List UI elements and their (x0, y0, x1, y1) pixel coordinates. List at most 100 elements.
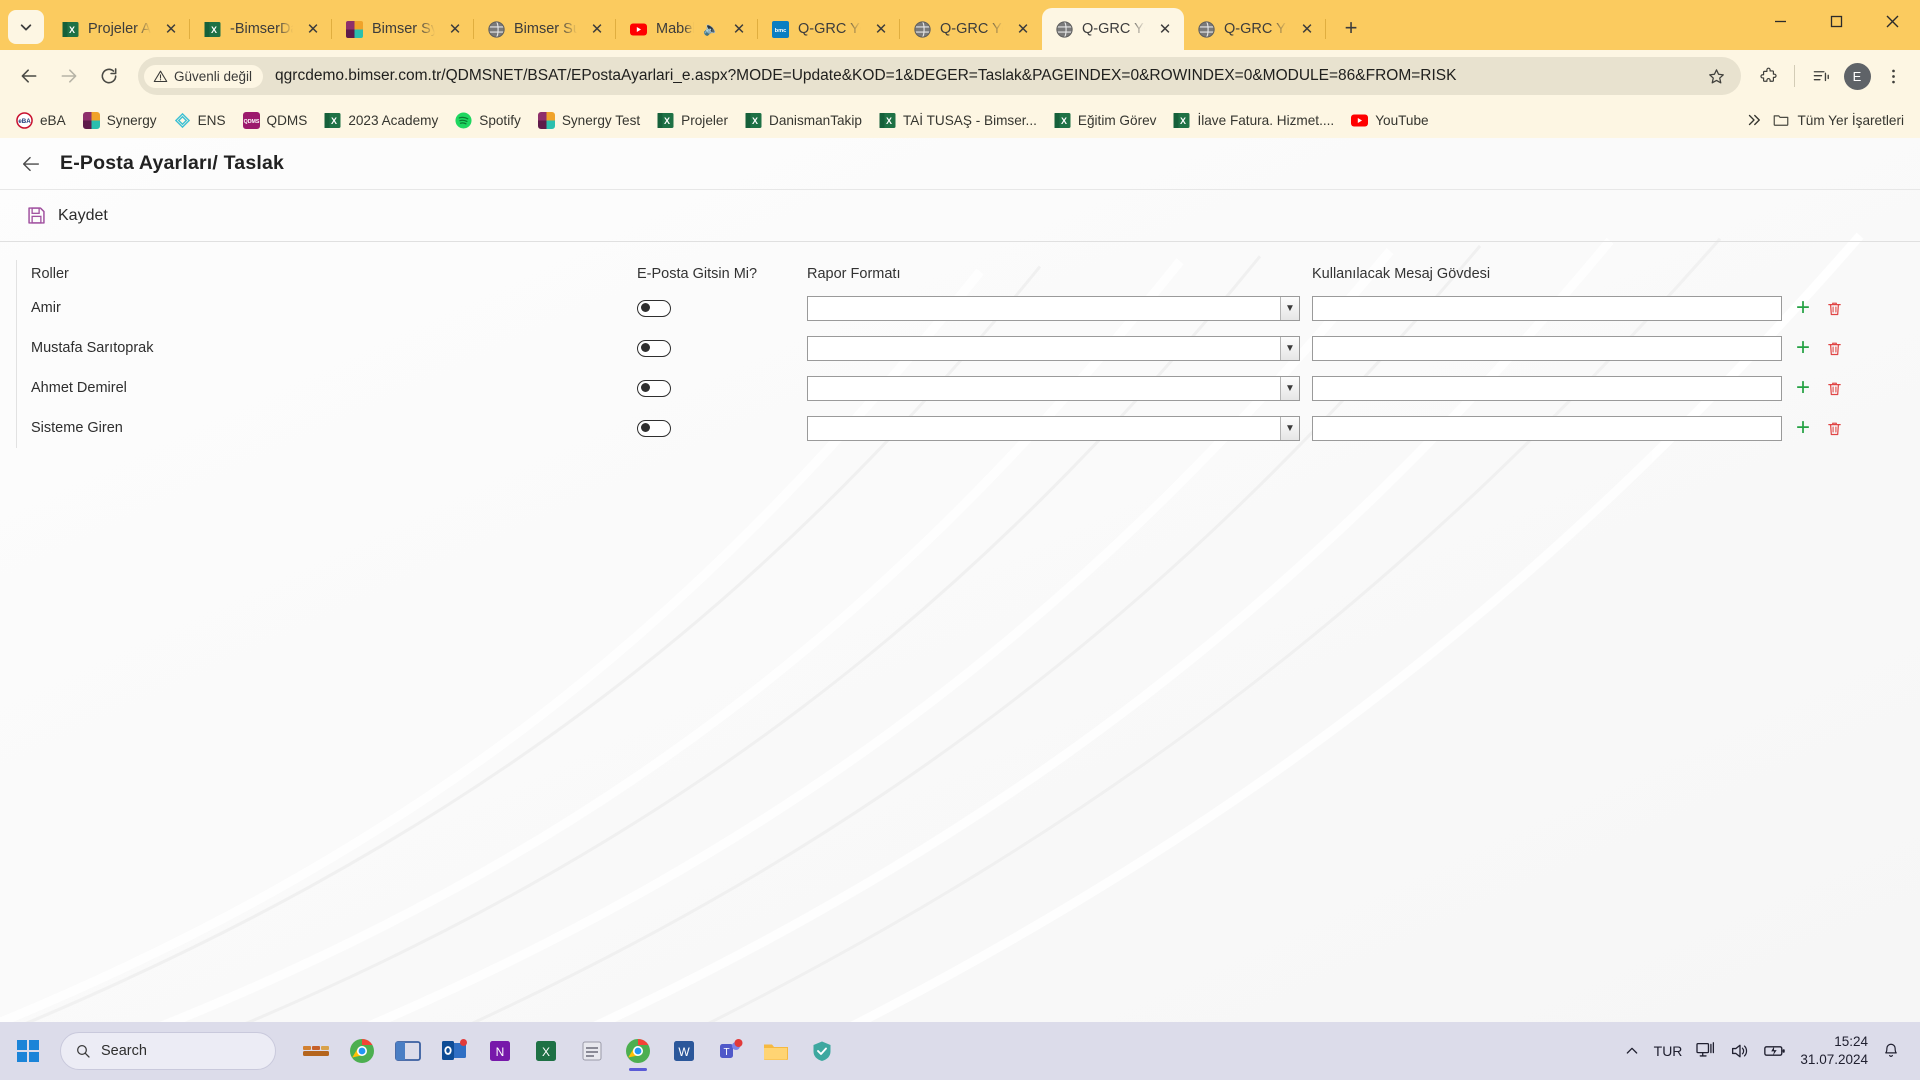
security-status-button[interactable]: Güvenli değil (144, 64, 264, 88)
message-body-input[interactable] (1312, 415, 1782, 441)
tray-volume-button[interactable] (1730, 1042, 1750, 1060)
tab-close-button[interactable]: ✕ (870, 18, 892, 40)
message-body-input[interactable] (1312, 295, 1782, 321)
all-bookmarks-button[interactable]: Tüm Yer İşaretleri (1764, 106, 1912, 134)
tray-clock[interactable]: 15:24 31.07.2024 (1800, 1033, 1868, 1069)
delete-row-button[interactable] (1826, 380, 1843, 397)
save-button[interactable]: Kaydet (26, 205, 108, 226)
bookmark-item[interactable]: X 2023 Academy (316, 107, 446, 134)
globe-icon (914, 20, 931, 38)
delete-row-button[interactable] (1826, 420, 1843, 437)
maximize-button[interactable] (1808, 0, 1864, 42)
add-row-button[interactable]: + (1796, 296, 1810, 320)
delete-row-button[interactable] (1826, 340, 1843, 357)
bookmark-item[interactable]: Spotify (447, 107, 529, 134)
email-toggle[interactable] (637, 379, 671, 397)
tab-close-button[interactable]: ✕ (728, 18, 750, 40)
bookmark-item[interactable]: Synergy (75, 107, 165, 134)
new-tab-button[interactable]: + (1334, 11, 1368, 45)
taskbar-app-chrome[interactable] (342, 1029, 382, 1073)
page-back-button[interactable] (18, 151, 44, 177)
message-body-input[interactable] (1312, 335, 1782, 361)
taskbar-app-outlook[interactable] (434, 1029, 474, 1073)
browser-tab[interactable]: bmc Q-GRC Yöneti ✕ (758, 8, 900, 50)
tray-network-button[interactable] (1696, 1042, 1716, 1060)
tab-close-button[interactable]: ✕ (1012, 18, 1034, 40)
tray-language[interactable]: TUR (1654, 1043, 1683, 1059)
taskbar-app-chrome-active[interactable] (618, 1029, 658, 1073)
extensions-button[interactable] (1751, 59, 1785, 93)
bookmark-item[interactable]: QDMS QDMS (235, 107, 316, 134)
taskbar-app-task-view[interactable] (388, 1029, 428, 1073)
email-toggle[interactable] (637, 299, 671, 317)
bookmark-item[interactable]: eBA eBA (8, 107, 74, 134)
tab-close-button[interactable]: ✕ (1154, 18, 1176, 40)
browser-tab[interactable]: Q-GRC Yöneti ✕ (1042, 8, 1184, 50)
taskbar-app-teams[interactable]: T (710, 1029, 750, 1073)
bookmark-item[interactable]: YouTube (1343, 107, 1436, 134)
media-control-button[interactable] (1804, 59, 1838, 93)
bookmarks-overflow-button[interactable] (1745, 111, 1763, 129)
taskbar-app-notepad[interactable] (572, 1029, 612, 1073)
excel-icon: X (1054, 112, 1071, 128)
bookmark-item[interactable]: X Eğitim Görev (1046, 107, 1165, 134)
browser-tab[interactable]: Bimser Suppo ✕ (474, 8, 616, 50)
tray-battery-button[interactable] (1764, 1043, 1786, 1059)
report-format-select[interactable]: ▼ (807, 335, 1300, 361)
tab-favicon (346, 20, 363, 38)
bookmark-item[interactable]: X DanismanTakip (737, 107, 870, 134)
report-format-select[interactable]: ▼ (807, 295, 1300, 321)
message-body-input[interactable] (1312, 375, 1782, 401)
tray-notification-button[interactable] (1882, 1042, 1900, 1060)
tab-close-button[interactable]: ✕ (160, 18, 182, 40)
bookmark-item[interactable]: X TAİ TUSAŞ - Bimser... (871, 107, 1045, 134)
report-format-value (808, 297, 1280, 320)
taskbar-app-word[interactable]: W (664, 1029, 704, 1073)
minimize-button[interactable] (1752, 0, 1808, 42)
tab-close-button[interactable]: ✕ (586, 18, 608, 40)
start-button[interactable] (8, 1031, 48, 1071)
address-bar[interactable]: Güvenli değil qgrcdemo.bimser.com.tr/QDM… (138, 57, 1741, 95)
add-row-button[interactable]: + (1796, 416, 1810, 440)
add-row-button[interactable]: + (1796, 376, 1810, 400)
bookmark-item[interactable]: ENS (166, 107, 234, 134)
bookmark-item[interactable]: Synergy Test (530, 107, 648, 134)
bookmark-label: TAİ TUSAŞ - Bimser... (902, 112, 1037, 128)
bookmark-star-button[interactable] (1699, 59, 1733, 93)
taskbar-app-excel[interactable]: X (526, 1029, 566, 1073)
tab-search-button[interactable] (8, 10, 44, 44)
taskbar-app-file-explorer[interactable] (756, 1029, 796, 1073)
back-button[interactable] (10, 57, 48, 95)
browser-tab[interactable]: X -BimserDanis ✕ (190, 8, 332, 50)
browser-tab[interactable]: X Projeler Appli ✕ (48, 8, 190, 50)
profile-button[interactable]: E (1840, 59, 1874, 93)
email-toggle[interactable] (637, 419, 671, 437)
bookmark-item[interactable]: X Projeler (649, 107, 736, 134)
tab-close-button[interactable]: ✕ (302, 18, 324, 40)
reload-button[interactable] (90, 57, 128, 95)
chrome-menu-button[interactable] (1876, 59, 1910, 93)
email-toggle[interactable] (637, 339, 671, 357)
tab-close-button[interactable]: ✕ (1296, 18, 1318, 40)
report-format-value (808, 417, 1280, 440)
taskbar-app-onenote[interactable]: N (480, 1029, 520, 1073)
taskbar-app-security[interactable] (802, 1029, 842, 1073)
tab-close-button[interactable]: ✕ (444, 18, 466, 40)
browser-tab[interactable]: Q-GRC Yöneti ✕ (1184, 8, 1326, 50)
delete-row-button[interactable] (1826, 300, 1843, 317)
taskbar-search[interactable]: Search (60, 1032, 276, 1070)
browser-tab[interactable]: Bimser Synerg ✕ (332, 8, 474, 50)
forward-button[interactable] (50, 57, 88, 95)
close-window-button[interactable] (1864, 0, 1920, 42)
browser-tab[interactable]: Mabel Ma 🔈 ✕ (616, 8, 758, 50)
taskbar-app-widgets[interactable] (296, 1029, 336, 1073)
report-format-select[interactable]: ▼ (807, 375, 1300, 401)
add-row-button[interactable]: + (1796, 336, 1810, 360)
bookmark-favicon: X (745, 112, 762, 129)
report-format-select[interactable]: ▼ (807, 415, 1300, 441)
page-title: E-Posta Ayarları/ Taslak (60, 152, 285, 174)
browser-tab[interactable]: Q-GRC Yöneti ✕ (900, 8, 1042, 50)
tab-audio-icon[interactable]: 🔈 (703, 21, 719, 37)
bookmark-item[interactable]: X İlave Fatura. Hizmet.... (1165, 107, 1342, 134)
tray-overflow-button[interactable] (1624, 1043, 1640, 1059)
